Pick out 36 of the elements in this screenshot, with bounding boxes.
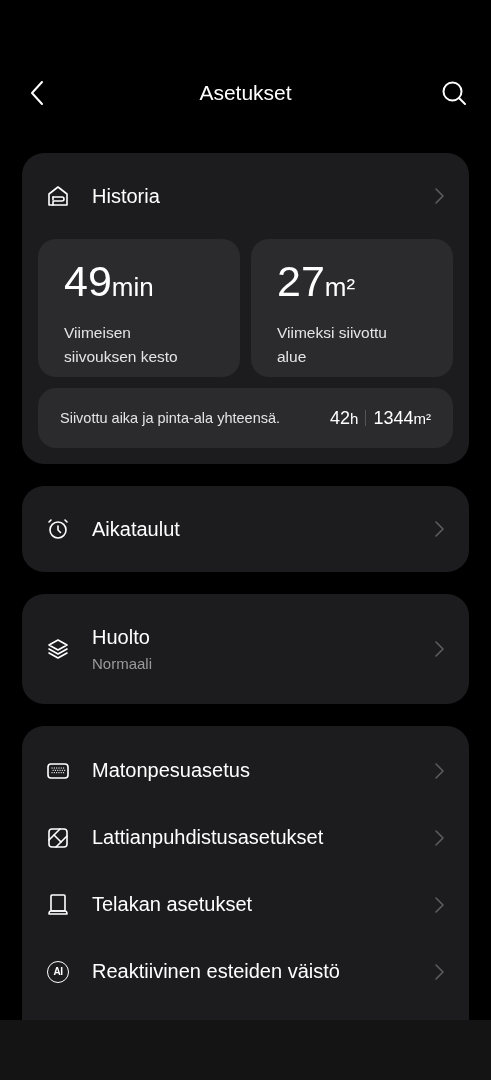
total-label: Siivottu aika ja pinta-ala yhteensä. [60,410,282,426]
history-row[interactable]: Historia [38,153,453,239]
row-title: Reaktiivinen esteiden väistö [92,960,341,983]
layers-icon [46,637,70,661]
settings-row[interactable]: Telakan asetukset [22,871,469,938]
settings-card[interactable]: Huolto Normaali [22,594,469,704]
row-title: Lattianpuhdistusasetukset [92,826,325,849]
row-title: Matonpesuasetus [92,759,251,782]
floor-tile-icon [46,825,70,850]
chevron-right-icon [433,828,445,847]
row-subtitle: Normaali [92,655,153,672]
stat-label: Viimeisen siivouksen kesto [64,323,179,367]
chevron-right-icon [433,895,445,914]
settings-row[interactable]: Lattianpuhdistusasetukset [22,804,469,871]
chevron-right-icon [433,761,445,780]
alarm-clock-icon [46,517,70,541]
chevron-right-icon [433,520,445,538]
chevron-right-icon [433,640,445,658]
settings-row[interactable]: Matonpesuasetus [22,737,469,804]
house-icon [46,184,70,208]
row-title: Historia [92,184,161,208]
settings-row[interactable]: AI Reaktiivinen esteiden väistö [22,938,469,1005]
chevron-right-icon [433,962,445,981]
row-title: Aikataulut [92,517,181,541]
total-hours: 42h [330,407,359,429]
dock-station-icon [46,892,70,917]
stat-value: 49min [64,256,155,307]
search-icon [441,80,467,106]
row-title: Telakan asetukset [92,893,254,916]
chevron-right-icon [433,187,445,205]
stat-label: Viimeksi siivottu alue [277,323,388,367]
page-title: Asetukset [199,80,292,106]
settings-card[interactable]: Aikataulut [22,486,469,572]
row-title: Huolto [92,626,151,649]
total-area: 1344m² [373,407,431,429]
stat-value: 27m² [277,256,357,307]
